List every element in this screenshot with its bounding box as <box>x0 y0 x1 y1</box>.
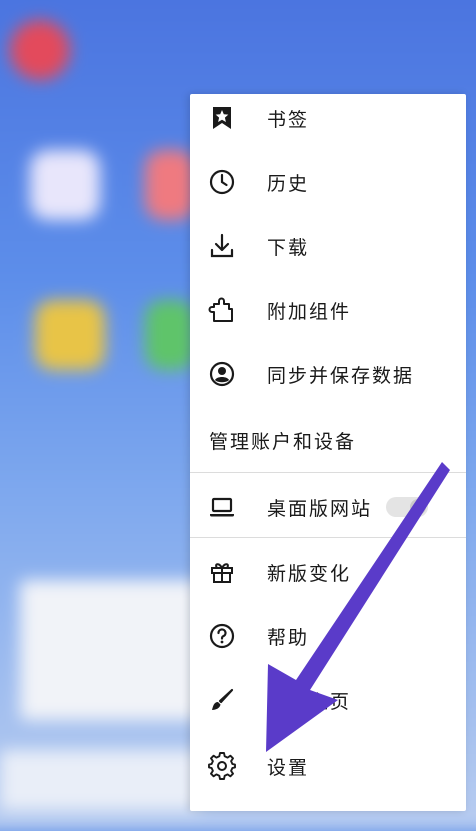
menu-item-label: 新版变化 <box>267 562 352 585</box>
blurred-avatar <box>10 20 70 80</box>
menu-item-help[interactable]: 帮助 <box>190 604 466 668</box>
menu-item-label: 定制主页 <box>267 690 352 713</box>
brush-icon <box>208 686 236 714</box>
menu-item-label: 帮助 <box>267 626 310 649</box>
menu-item-history[interactable]: 历史 <box>190 150 466 214</box>
menu-item-customize-home[interactable]: 定制主页 <box>190 668 466 732</box>
menu-item-downloads[interactable]: 下载 <box>190 214 466 278</box>
menu-item-whats-new[interactable]: 新版变化 <box>190 540 466 604</box>
overflow-menu: 书签 历史 下载 附加组件 同步并保存数据 管理账户和设备 桌面版网站 新版变化… <box>190 94 466 811</box>
menu-item-manage-accounts[interactable]: 管理账户和设备 <box>190 408 466 472</box>
menu-item-bookmarks[interactable]: 书签 <box>190 86 466 150</box>
blurred-tile <box>35 300 105 370</box>
menu-item-sync[interactable]: 同步并保存数据 <box>190 342 466 406</box>
menu-item-label: 历史 <box>267 172 310 195</box>
blurred-tile <box>30 150 100 220</box>
menu-item-label: 附加组件 <box>267 300 352 323</box>
laptop-icon <box>208 493 236 521</box>
menu-item-label: 设置 <box>267 756 310 779</box>
manage-accounts-label: 管理账户和设备 <box>209 430 357 453</box>
download-icon <box>208 232 236 260</box>
clock-icon <box>208 168 236 196</box>
help-icon <box>208 622 236 650</box>
menu-item-label: 桌面版网站 <box>267 497 373 520</box>
toggle-knob <box>410 499 426 515</box>
blurred-card <box>20 580 200 720</box>
blurred-tile <box>145 150 195 220</box>
menu-item-desktop-site[interactable]: 桌面版网站 <box>190 475 466 539</box>
star-icon <box>208 104 236 132</box>
gift-icon <box>208 558 236 586</box>
desktop-site-toggle[interactable] <box>386 497 428 517</box>
gear-icon <box>208 752 236 780</box>
menu-item-label: 同步并保存数据 <box>267 364 415 387</box>
blurred-tile <box>145 300 195 370</box>
blurred-bottom-bar <box>0 750 200 810</box>
menu-divider <box>190 472 466 473</box>
puzzle-icon <box>208 296 236 324</box>
menu-item-addons[interactable]: 附加组件 <box>190 278 466 342</box>
menu-divider <box>190 537 466 538</box>
menu-item-settings[interactable]: 设置 <box>190 734 466 798</box>
account-icon <box>208 360 236 388</box>
menu-item-label: 书签 <box>267 108 310 131</box>
menu-item-label: 下载 <box>267 236 310 259</box>
